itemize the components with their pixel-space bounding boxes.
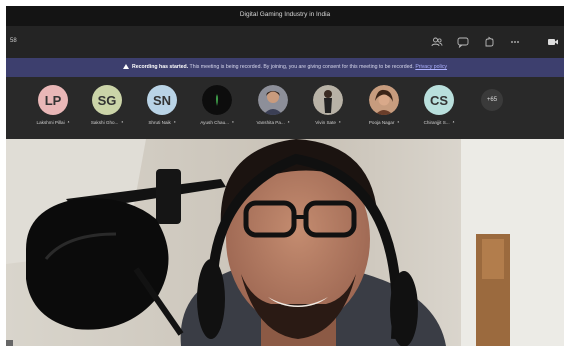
participant-name: Vivin Sate [315,120,336,125]
participant-name: Pooja Nagar [368,120,395,125]
avatar [202,85,232,115]
participant-tile[interactable]: Pooja Nagar ᵜ [361,85,407,125]
title-bar: Digital Gaming Industry in India [6,6,564,26]
participant-tile[interactable]: Vanshita Pa... ᵜ [250,85,296,125]
participant-tile[interactable]: Vivin Sate ᵜ [305,85,351,125]
video-corner-marker [6,340,13,346]
participant-name: Lakshmi Pillai [36,120,65,125]
mic-icon: ᵜ [173,120,176,125]
warning-icon [122,64,129,69]
meeting-title: Digital Gaming Industry in India [239,11,331,18]
participant-name: Ayush Chau... [200,120,229,125]
mic-icon: ᵜ [397,120,400,125]
participant-tile[interactable]: LP Lakshmi Pillai ᵜ [30,85,76,125]
mic-icon: ᵜ [67,120,70,125]
speaker-video [6,139,564,346]
participants-icon [431,37,443,47]
avatar [258,85,288,115]
more-participants-tile[interactable]: +65 [469,85,515,111]
recording-consent-text: This meeting is being recorded. By joini… [188,64,416,70]
avatar-photo [202,85,232,115]
meeting-timer: 58 [10,38,17,44]
mic-icon: ᵜ [452,120,455,125]
recording-started-text: Recording has started. [131,64,189,70]
mic-icon: ᵜ [121,120,124,125]
participant-tile[interactable]: CS Chiranjjit S... ᵜ [416,85,462,125]
participant-tile[interactable]: Ayush Chau... ᵜ [194,85,240,125]
more-options-button[interactable] [506,33,524,51]
mic-icon: ᵜ [231,120,234,125]
reactions-icon [485,36,494,47]
participant-name: Vanshita Pa... [256,120,285,125]
avatar-photo [369,85,399,115]
chat-button[interactable] [454,33,472,51]
camera-toggle-button[interactable] [544,33,562,51]
avatar [369,85,399,115]
participant-tile[interactable]: SN Shruti Naik ᵜ [139,85,185,125]
participant-name: Sakshi Gho... [90,120,119,125]
main-video-feed [6,139,564,346]
participant-strip: LP Lakshmi Pillai ᵜ SG Sakshi Gho... ᵜ SN … [6,77,564,139]
avatar: SG [92,85,122,115]
avatar: LP [38,85,68,115]
participant-name: Chiranjjit S... [423,120,450,125]
reactions-button[interactable] [480,33,498,51]
mic-icon: ᵜ [287,120,290,125]
participants-button[interactable] [428,33,446,51]
chat-icon [457,37,469,48]
meeting-window: Digital Gaming Industry in India 58 Reco… [6,6,564,346]
avatar-photo [313,85,343,115]
more-participants-count: +65 [481,89,503,111]
mic-icon: ᵜ [338,120,341,125]
avatar [313,85,343,115]
privacy-policy-link[interactable]: Privacy policy [415,64,447,70]
more-icon [511,41,519,43]
participant-name: Shruti Naik [148,120,171,125]
avatar: CS [424,85,454,115]
avatar-photo [258,85,288,115]
recording-banner: Recording has started. This meeting is b… [6,58,564,77]
recording-message: Recording has started. This meeting is b… [6,64,564,70]
camera-icon [548,39,558,45]
participant-tile[interactable]: SG Sakshi Gho... ᵜ [84,85,130,125]
avatar: SN [147,85,177,115]
meeting-toolbar: 58 [6,26,564,58]
